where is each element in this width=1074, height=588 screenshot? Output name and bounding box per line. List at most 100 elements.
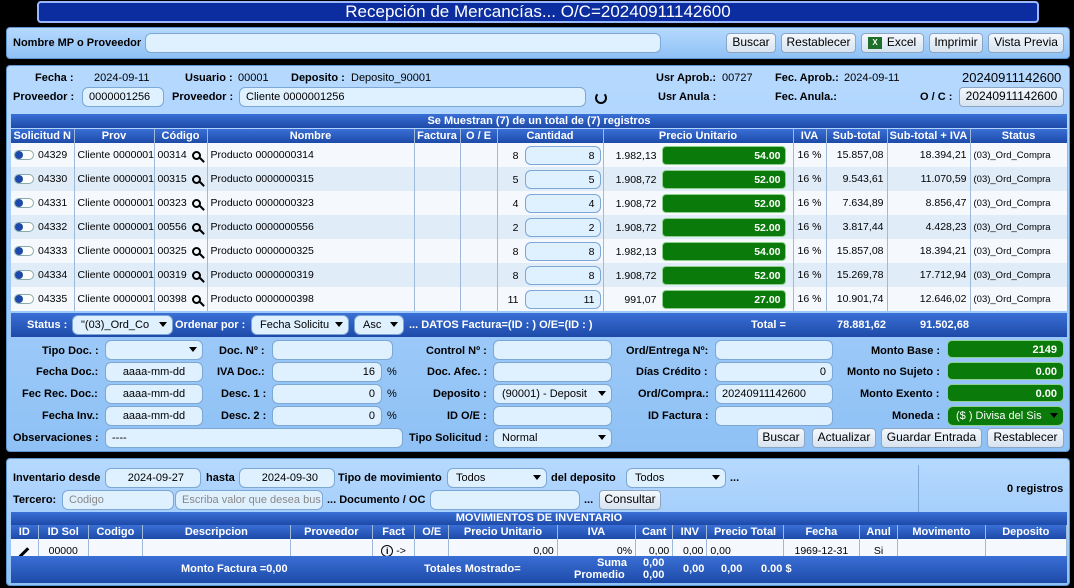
column-header[interactable]: Sub-total: [826, 129, 888, 143]
column-header[interactable]: IVA: [793, 129, 827, 143]
column-header[interactable]: O / E: [460, 129, 498, 143]
fecha-doc-field[interactable]: aaaa-mm-dd: [105, 362, 203, 382]
table-cell[interactable]: 04333: [11, 239, 75, 263]
documento-oc-field[interactable]: [430, 490, 580, 510]
table-cell[interactable]: 04331: [11, 191, 75, 215]
desc2-field[interactable]: 0: [272, 406, 382, 426]
column-header[interactable]: Precio Unitario: [448, 525, 558, 539]
table-row[interactable]: 04333 Cliente 0000001 00325 Producto 000000…: [11, 239, 1068, 263]
table-row[interactable]: 04335 Cliente 0000001 00398 Producto 000000…: [11, 287, 1068, 311]
cantidad-input[interactable]: 2: [524, 217, 601, 237]
save-entry-button[interactable]: Guardar Entrada: [881, 428, 982, 448]
table-cell[interactable]: 04329: [11, 143, 75, 167]
row-toggle[interactable]: [14, 150, 34, 161]
table-cell[interactable]: 04330: [11, 167, 75, 191]
search-icon[interactable]: [191, 198, 201, 208]
refresh-icon[interactable]: [595, 92, 607, 104]
row-toggle[interactable]: [14, 270, 34, 281]
precio-input[interactable]: 54.00: [661, 145, 786, 165]
search-icon[interactable]: [191, 150, 201, 160]
row-toggle[interactable]: [14, 222, 34, 233]
observaciones-field[interactable]: ----: [105, 428, 403, 448]
table-row[interactable]: 04331 Cliente 0000001 00323 Producto 000000…: [11, 191, 1068, 215]
control-n-field[interactable]: [493, 340, 612, 360]
cantidad-input[interactable]: 8: [524, 145, 601, 165]
tipo-doc-select[interactable]: [105, 340, 203, 360]
row-toggle[interactable]: [14, 174, 34, 185]
column-header[interactable]: Factura: [414, 129, 461, 143]
row-toggle[interactable]: [14, 294, 34, 305]
row-toggle[interactable]: [14, 246, 34, 257]
search-icon[interactable]: [191, 222, 201, 232]
search-button[interactable]: Buscar: [726, 33, 776, 53]
id-oe-field[interactable]: [493, 406, 612, 426]
table-row[interactable]: 04330 Cliente 0000001 00315 Producto 000000…: [11, 167, 1068, 191]
form-reset-button[interactable]: Restablecer: [987, 428, 1064, 448]
print-button[interactable]: Imprimir: [929, 33, 983, 53]
hasta-date-field[interactable]: 2024-09-30: [239, 468, 335, 488]
precio-input[interactable]: 27.00: [661, 289, 786, 309]
column-header[interactable]: Fact: [372, 525, 416, 539]
column-header[interactable]: IVA: [557, 525, 637, 539]
row-toggle[interactable]: [14, 198, 34, 209]
column-header[interactable]: O/E: [414, 525, 450, 539]
column-header[interactable]: Cantidad: [497, 129, 604, 143]
search-icon[interactable]: [191, 174, 201, 184]
column-header[interactable]: Proveedor: [290, 525, 374, 539]
ord-compra-field[interactable]: 20240911142600: [715, 384, 833, 404]
id-factura-field[interactable]: [715, 406, 833, 426]
search-icon[interactable]: [191, 294, 201, 304]
update-button[interactable]: Actualizar: [812, 428, 876, 448]
cantidad-input[interactable]: 11: [524, 289, 601, 309]
oc-button[interactable]: 20240911142600: [959, 87, 1064, 107]
column-header[interactable]: Movimento: [897, 525, 986, 539]
desc1-field[interactable]: 0: [272, 384, 382, 404]
tercero-code-field[interactable]: Codigo: [62, 490, 174, 510]
tipo-movimiento-select[interactable]: Todos: [447, 468, 547, 488]
table-cell[interactable]: 04334: [11, 263, 75, 287]
inventory-deposito-select[interactable]: Todos: [626, 468, 726, 488]
fec-rec-doc-field[interactable]: aaaa-mm-dd: [105, 384, 203, 404]
precio-input[interactable]: 54.00: [661, 241, 786, 261]
column-header[interactable]: Fecha: [783, 525, 861, 539]
column-header[interactable]: ID Sol: [38, 525, 89, 539]
status-select[interactable]: "(03)_Ord_Co: [72, 315, 173, 335]
order-direction-select[interactable]: Asc: [354, 315, 404, 335]
iva-doc-field[interactable]: 16: [272, 362, 382, 382]
cantidad-input[interactable]: 8: [524, 241, 601, 261]
moneda-select[interactable]: ($ ) Divisa del Sis: [947, 406, 1064, 426]
ordenar-select[interactable]: Fecha Solicitu: [251, 315, 349, 335]
table-cell[interactable]: 04332: [11, 215, 75, 239]
search-icon[interactable]: [191, 270, 201, 280]
column-header[interactable]: Descripcion: [142, 525, 291, 539]
precio-input[interactable]: 52.00: [661, 169, 786, 189]
deposito-select[interactable]: (90001) - Deposit: [493, 384, 612, 404]
column-header[interactable]: Prov: [74, 129, 155, 143]
table-row[interactable]: 04332 Cliente 0000001 00556 Producto 000000…: [11, 215, 1068, 239]
column-header[interactable]: Precio Total: [706, 525, 784, 539]
table-cell[interactable]: 04335: [11, 287, 75, 311]
doc-n-field[interactable]: [272, 340, 393, 360]
search-icon[interactable]: [191, 246, 201, 256]
form-search-button[interactable]: Buscar: [757, 428, 805, 448]
column-header[interactable]: Anul: [859, 525, 899, 539]
column-header[interactable]: Cant: [635, 525, 674, 539]
precio-input[interactable]: 52.00: [661, 193, 786, 213]
search-input[interactable]: [145, 33, 661, 53]
cantidad-input[interactable]: 5: [524, 169, 601, 189]
desde-date-field[interactable]: 2024-09-27: [105, 468, 201, 488]
ord-entrega-field[interactable]: [715, 340, 833, 360]
reset-button[interactable]: Restablecer: [781, 33, 856, 53]
column-header[interactable]: Solicitud N: [11, 129, 75, 143]
column-header[interactable]: Código: [154, 129, 208, 143]
column-header[interactable]: Sub-total + IVA: [887, 129, 971, 143]
tipo-solicitud-select[interactable]: Normal: [493, 428, 612, 448]
column-header[interactable]: Deposito: [985, 525, 1068, 539]
proveedor-name-field[interactable]: Cliente 0000001256: [239, 87, 586, 107]
column-header[interactable]: Codigo: [88, 525, 144, 539]
column-header[interactable]: Precio Unitario: [603, 129, 794, 143]
table-row[interactable]: 04329 Cliente 0000001 00314 Producto 000000…: [11, 143, 1068, 167]
consultar-button[interactable]: Consultar: [599, 490, 661, 510]
doc-afec-field[interactable]: [493, 362, 612, 382]
table-row[interactable]: 04334 Cliente 0000001 00319 Producto 000000…: [11, 263, 1068, 287]
